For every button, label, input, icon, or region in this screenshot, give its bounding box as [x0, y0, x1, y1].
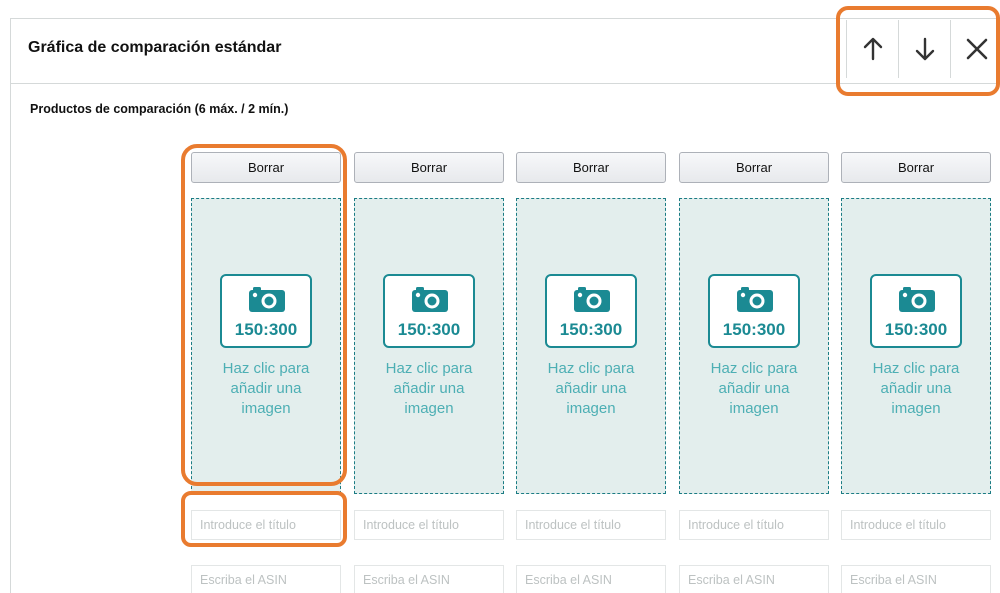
- image-placeholder: 150:300: [220, 274, 312, 348]
- upload-hint: Haz clic para añadir una imagen: [517, 359, 665, 419]
- upload-hint-line: Haz clic para: [222, 360, 310, 377]
- upload-hint-line: añadir una: [718, 380, 790, 397]
- move-up-button[interactable]: [846, 20, 898, 78]
- image-upload-area[interactable]: 150:300 Haz clic para añadir una imagen: [354, 198, 504, 494]
- title-input[interactable]: Introduce el título: [841, 510, 991, 540]
- title-input[interactable]: Introduce el título: [679, 510, 829, 540]
- editor-canvas: Gráfica de comparación estándar Producto…: [0, 0, 1000, 593]
- title-input[interactable]: Introduce el título: [191, 510, 341, 540]
- upload-hint-line: añadir una: [555, 380, 627, 397]
- camera-icon: [249, 287, 285, 312]
- upload-hint: Haz clic para añadir una imagen: [680, 359, 828, 419]
- image-upload-area[interactable]: 150:300 Haz clic para añadir una imagen: [679, 198, 829, 494]
- asin-input[interactable]: Escriba el ASIN: [679, 565, 829, 593]
- image-placeholder: 150:300: [708, 274, 800, 348]
- title-input[interactable]: Introduce el título: [516, 510, 666, 540]
- image-upload-area[interactable]: 150:300 Haz clic para añadir una imagen: [841, 198, 991, 494]
- camera-icon: [412, 287, 448, 312]
- camera-icon: [574, 287, 610, 312]
- upload-hint-line: añadir una: [880, 380, 952, 397]
- title-input[interactable]: Introduce el título: [354, 510, 504, 540]
- section-label: Productos de comparación (6 máx. / 2 mín…: [30, 102, 289, 116]
- camera-icon: [899, 287, 935, 312]
- aspect-ratio-label: 150:300: [559, 320, 623, 339]
- delete-button[interactable]: Borrar: [679, 152, 829, 183]
- close-module-button[interactable]: [950, 20, 1000, 78]
- upload-hint: Haz clic para añadir una imagen: [355, 359, 503, 419]
- delete-button[interactable]: Borrar: [841, 152, 991, 183]
- image-placeholder: 150:300: [383, 274, 475, 348]
- upload-hint-line: imagen: [566, 400, 616, 417]
- aspect-ratio-label: 150:300: [234, 320, 298, 339]
- upload-hint-line: añadir una: [230, 380, 302, 397]
- upload-hint-line: Haz clic para: [710, 360, 798, 377]
- upload-hint-line: imagen: [241, 400, 291, 417]
- upload-hint-line: Haz clic para: [547, 360, 635, 377]
- aspect-ratio-label: 150:300: [397, 320, 461, 339]
- aspect-ratio-label: 150:300: [722, 320, 786, 339]
- camera-icon: [737, 287, 773, 312]
- image-upload-area[interactable]: 150:300 Haz clic para añadir una imagen: [516, 198, 666, 494]
- arrow-down-icon: [915, 37, 934, 61]
- upload-hint-line: Haz clic para: [872, 360, 960, 377]
- delete-button[interactable]: Borrar: [191, 152, 341, 183]
- delete-button[interactable]: Borrar: [354, 152, 504, 183]
- delete-button[interactable]: Borrar: [516, 152, 666, 183]
- image-upload-area[interactable]: 150:300 Haz clic para añadir una imagen: [191, 198, 341, 494]
- asin-input[interactable]: Escriba el ASIN: [841, 565, 991, 593]
- upload-hint-line: imagen: [891, 400, 941, 417]
- upload-hint-line: añadir una: [393, 380, 465, 397]
- close-icon: [966, 38, 987, 60]
- upload-hint-line: imagen: [729, 400, 779, 417]
- module-title: Gráfica de comparación estándar: [28, 39, 282, 56]
- upload-hint-line: Haz clic para: [385, 360, 473, 377]
- upload-hint-line: imagen: [404, 400, 454, 417]
- asin-input[interactable]: Escriba el ASIN: [191, 565, 341, 593]
- image-placeholder: 150:300: [545, 274, 637, 348]
- upload-hint: Haz clic para añadir una imagen: [842, 359, 990, 419]
- upload-hint: Haz clic para añadir una imagen: [192, 359, 340, 419]
- asin-input[interactable]: Escriba el ASIN: [516, 565, 666, 593]
- arrow-up-icon: [863, 37, 882, 61]
- image-placeholder: 150:300: [870, 274, 962, 348]
- module-actions: [846, 20, 1000, 78]
- asin-input[interactable]: Escriba el ASIN: [354, 565, 504, 593]
- aspect-ratio-label: 150:300: [884, 320, 948, 339]
- move-down-button[interactable]: [898, 20, 950, 78]
